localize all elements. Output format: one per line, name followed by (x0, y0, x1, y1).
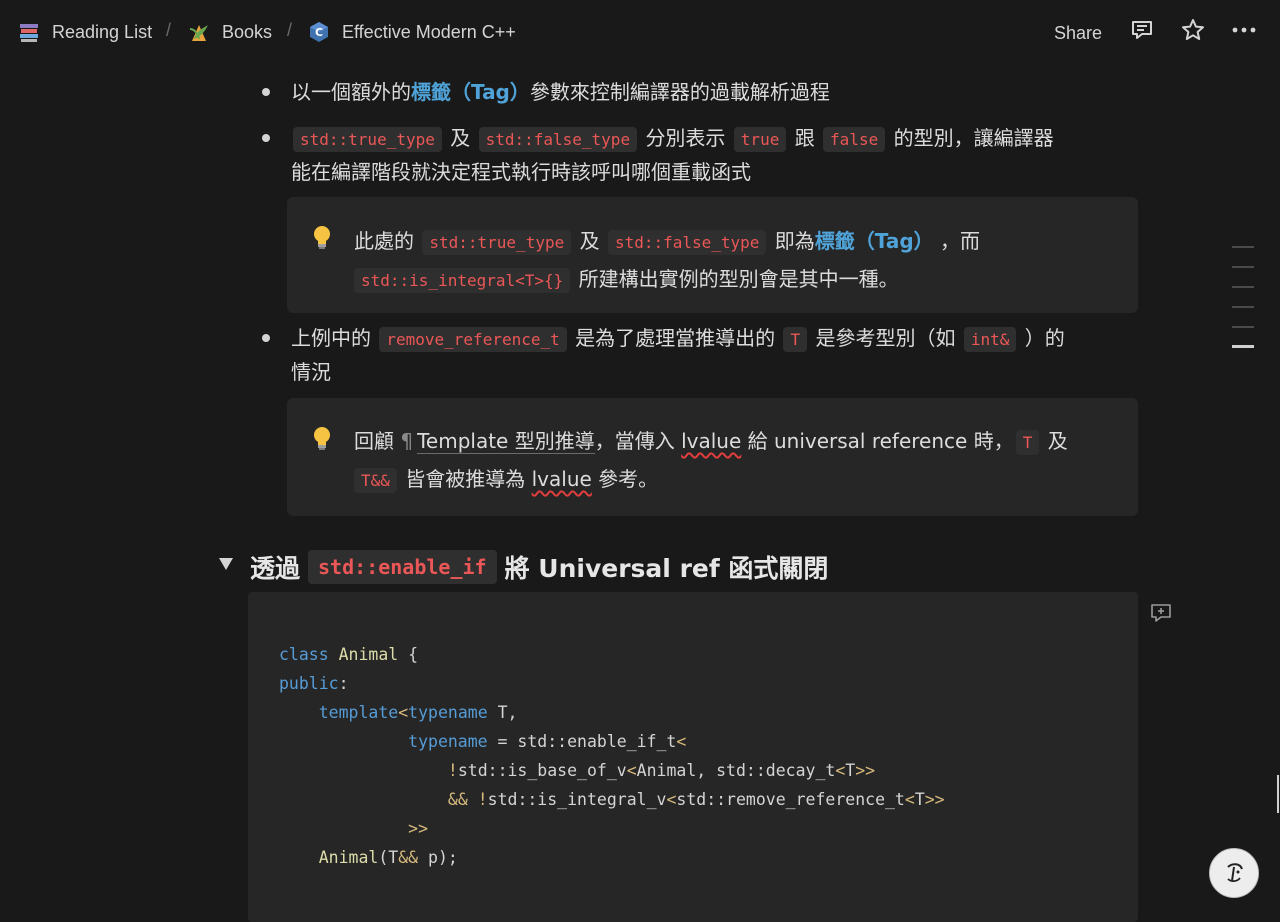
text: 上例中的 (291, 326, 371, 350)
inline-code: true (733, 127, 787, 152)
list-item[interactable]: 以一個額外的標籤（Tag）參數來控制編譯器的過載解析過程 (291, 75, 1141, 109)
text: 的型別，讓編譯器 (893, 126, 1054, 150)
code-line: && !std::is_integral_v<std::remove_refer… (447, 790, 945, 809)
spellcheck-word: lvalue (531, 467, 592, 491)
text: 及 (450, 126, 471, 150)
code-line: typename = std::enable_if_t< (408, 732, 687, 751)
lightbulb-icon (314, 427, 330, 450)
callout[interactable]: 此處的 std::true_type 及 std::false_type 即為標… (287, 197, 1138, 313)
text: 及 (579, 229, 600, 253)
tag-link[interactable]: 標籤（Tag） (815, 229, 934, 253)
breadcrumb-item-reading-list[interactable]: Reading List (18, 18, 152, 46)
text: 及 (1047, 429, 1068, 453)
text: 給 universal reference 時， (747, 429, 1014, 453)
text: 是為了處理當推導出的 (575, 326, 776, 350)
inline-code: std::is_integral<T>{} (354, 268, 571, 293)
pilcrow-icon: ¶ (400, 429, 414, 453)
text: 參數來控制編譯器的過載解析過程 (529, 80, 830, 104)
outline-mark[interactable] (1232, 326, 1254, 328)
text: 跟 (794, 126, 815, 150)
inline-code: std::enable_if (308, 550, 497, 584)
lightbulb-icon (314, 226, 330, 249)
text: ）的 (1024, 326, 1065, 350)
inline-code: std::true_type (293, 127, 442, 152)
text: 即為 (774, 229, 815, 253)
list-item-continuation: 能在編譯階段就決定程式執行時該呼叫哪個重載函式 (291, 160, 751, 184)
code-line: public: (279, 674, 349, 693)
text: 此處的 (354, 229, 414, 253)
list-item-continuation: 情況 (291, 360, 331, 384)
bullet-dot (262, 334, 270, 342)
list-item[interactable]: 上例中的 remove_reference_t 是為了處理當推導出的 T 是參考… (291, 321, 1141, 357)
inline-code: int& (963, 327, 1017, 352)
code-line: >> (408, 819, 429, 838)
code-line: template<typename T, (318, 703, 518, 722)
more-icon[interactable] (1231, 18, 1257, 42)
breadcrumb-label: Books (222, 21, 273, 42)
text: ，當傳入 (594, 429, 675, 453)
toggle-triangle-icon[interactable] (219, 558, 233, 570)
bullet-dot (262, 88, 270, 96)
outline-mark[interactable] (1232, 286, 1254, 288)
share-button[interactable]: Share (1054, 20, 1102, 44)
text: 以一個額外的 (291, 80, 411, 104)
page-link[interactable]: Template 型別推導 (417, 429, 595, 454)
outline-mark[interactable] (1232, 246, 1254, 248)
breadcrumb-item-effective-modern-cpp[interactable]: C Effective Modern C++ (308, 18, 516, 46)
star-icon[interactable] (1181, 18, 1205, 42)
plant-icon (189, 25, 208, 41)
top-bar: Reading List / Books / C Effective Moder… (0, 0, 1280, 64)
breadcrumb-item-books[interactable]: Books (188, 18, 272, 46)
outline-mark[interactable] (1232, 266, 1254, 268)
spellcheck-word: lvalue (681, 429, 742, 453)
comment-icon[interactable] (1130, 18, 1154, 42)
text: 分別表示 (645, 126, 726, 150)
text: 所建構出實例的型別會是其中一種。 (578, 267, 899, 291)
breadcrumb-separator: / (166, 20, 172, 40)
text: ，而 (940, 229, 981, 253)
inline-code: T&& (354, 468, 397, 493)
text: 透過 (250, 554, 301, 583)
breadcrumb-label: Effective Modern C++ (342, 21, 516, 42)
text: 是參考型別（如 (815, 326, 956, 350)
inline-code: std::false_type (607, 230, 767, 255)
inline-code: remove_reference_t (379, 327, 567, 352)
assistant-face-icon (1227, 863, 1243, 883)
outline-mark-active[interactable] (1232, 345, 1254, 348)
callout-text: 此處的 std::true_type 及 std::false_type 即為標… (354, 223, 1114, 299)
books-stack-icon (20, 24, 38, 42)
toggle-heading[interactable]: 透過 std::enable_if 將 Universal ref 函式關閉 (250, 546, 828, 588)
text: 參考。 (598, 467, 659, 491)
cpp-logo-icon: C (310, 22, 328, 42)
inline-code: false (823, 127, 886, 152)
text: 將 Universal ref 函式關閉 (504, 554, 829, 583)
add-comment-icon[interactable] (1150, 602, 1172, 624)
code-block[interactable]: class Animal { public: template<typename… (248, 592, 1138, 922)
breadcrumb-separator: / (287, 20, 293, 40)
tag-link[interactable]: 標籤（Tag） (411, 80, 530, 104)
code-line: !std::is_base_of_v<Animal, std::decay_t<… (447, 761, 876, 780)
scrollbar-thumb[interactable] (1277, 775, 1279, 813)
code-line: Animal(T&& p); (318, 848, 458, 867)
inline-code: T (1015, 430, 1040, 455)
text: 皆會被推導為 (405, 467, 526, 491)
outline-mark[interactable] (1232, 306, 1254, 308)
inline-code: std::false_type (478, 127, 638, 152)
inline-code: T (783, 327, 808, 352)
list-item[interactable]: std::true_type 及 std::false_type 分別表示 tr… (291, 121, 1141, 157)
breadcrumb-label: Reading List (52, 21, 153, 42)
callout[interactable]: 回顧 ¶ Template 型別推導，當傳入 lvalue 給 universal… (287, 398, 1138, 516)
code-line: class Animal { (279, 645, 419, 664)
callout-text: 回顧 ¶ Template 型別推導，當傳入 lvalue 給 universal… (354, 423, 1114, 499)
share-label: Share (1054, 23, 1103, 43)
text: 回顧 (354, 429, 394, 453)
bullet-dot (262, 134, 270, 142)
svg-text:C: C (315, 26, 323, 39)
inline-code: std::true_type (422, 230, 572, 255)
ai-assistant-button[interactable] (1209, 848, 1259, 898)
